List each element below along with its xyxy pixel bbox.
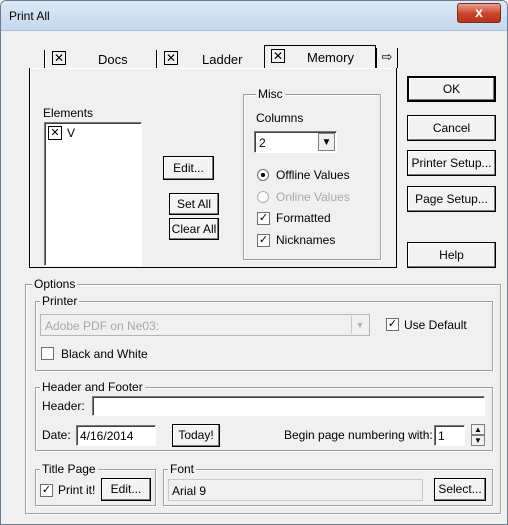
offline-values-radio[interactable] [257, 169, 269, 181]
header-label: Header: [42, 399, 85, 413]
date-input[interactable]: 4/16/2014 [76, 425, 156, 446]
cancel-button[interactable]: Cancel [407, 115, 496, 141]
tab-page-memory: Elements ✕ V Edit... Set All Clear All M… [29, 68, 397, 268]
header-footer-label: Header and Footer [40, 380, 145, 394]
tab-label: Docs [98, 52, 128, 67]
title-page-group: Title Page ✓ Print it! Edit... [35, 462, 156, 506]
print-all-dialog: Print All x ✕ Docs ✕ Ladder ✕ Memory ⇨ E… [0, 0, 508, 525]
spin-down-icon[interactable]: ▼ [471, 435, 485, 446]
checkbox-checked-icon[interactable]: ✕ [164, 51, 178, 65]
columns-label: Columns [256, 111, 304, 125]
set-all-button[interactable]: Set All [169, 193, 219, 215]
title-bar[interactable]: Print All x [1, 1, 507, 31]
printer-setup-button[interactable]: Printer Setup... [407, 150, 496, 176]
arrow-right-icon[interactable]: ⇨ [376, 48, 398, 68]
print-it-checkbox[interactable]: ✓ [40, 484, 53, 497]
list-item[interactable]: V [67, 126, 75, 140]
options-group: Options Printer Adobe PDF on Ne03: ▼ ✓ U… [25, 277, 501, 514]
date-value: 4/16/2014 [80, 429, 134, 443]
printer-dropdown[interactable]: Adobe PDF on Ne03: ▼ [40, 314, 370, 336]
printer-label: Printer [40, 294, 80, 308]
ok-button[interactable]: OK [407, 76, 496, 102]
close-button[interactable]: x [457, 3, 501, 23]
checkbox-checked-icon[interactable]: ✕ [48, 126, 62, 140]
window-title: Print All [9, 9, 50, 23]
date-label: Date: [42, 428, 71, 442]
today-button[interactable]: Today! [172, 424, 220, 447]
elements-list[interactable]: ✕ V [44, 122, 142, 266]
tab-ladder[interactable]: ✕ Ladder [156, 48, 266, 70]
formatted-checkbox[interactable]: ✓ [257, 212, 270, 225]
nicknames-label[interactable]: Nicknames [276, 233, 335, 247]
font-value: Arial 9 [172, 484, 207, 498]
checkbox-checked-icon[interactable]: ✕ [271, 49, 285, 63]
nicknames-checkbox[interactable]: ✓ [257, 234, 270, 247]
header-input[interactable] [92, 396, 485, 416]
online-values-radio[interactable] [257, 191, 269, 203]
formatted-label[interactable]: Formatted [276, 211, 331, 225]
checkbox-checked-icon[interactable]: ✕ [52, 51, 66, 65]
spin-up-icon[interactable]: ▲ [471, 424, 485, 435]
print-it-label[interactable]: Print it! [58, 483, 95, 497]
chevron-down-icon[interactable]: ▼ [351, 316, 368, 334]
dialog-client: ✕ Docs ✕ Ladder ✕ Memory ⇨ Elements ✕ V … [4, 32, 504, 520]
columns-dropdown[interactable]: 2 ▼ [254, 131, 337, 153]
columns-value: 2 [259, 136, 266, 150]
tab-memory[interactable]: ✕ Memory [264, 45, 376, 69]
use-default-label[interactable]: Use Default [404, 318, 467, 332]
tab-docs[interactable]: ✕ Docs [44, 48, 132, 70]
page-setup-button[interactable]: Page Setup... [407, 186, 496, 212]
offline-values-label[interactable]: Offline Values [276, 168, 350, 182]
title-page-label: Title Page [40, 462, 98, 476]
clear-all-button[interactable]: Clear All [169, 218, 219, 240]
help-button[interactable]: Help [407, 242, 496, 268]
black-white-label[interactable]: Black and White [61, 347, 148, 361]
close-icon: x [475, 4, 483, 20]
online-values-label[interactable]: Online Values [276, 190, 350, 204]
use-default-checkbox[interactable]: ✓ [386, 318, 399, 331]
options-label: Options [32, 277, 78, 291]
misc-group: Misc Columns 2 ▼ Offline Values Online V… [243, 87, 381, 260]
edit-elements-button[interactable]: Edit... [163, 156, 214, 180]
font-label: Font [168, 462, 197, 476]
font-group: Font Arial 9 Select... [163, 462, 493, 506]
misc-label: Misc [256, 87, 285, 101]
font-display: Arial 9 [168, 479, 423, 501]
chevron-down-icon[interactable]: ▼ [318, 133, 335, 151]
printer-value: Adobe PDF on Ne03: [45, 319, 160, 333]
begin-numbering-input[interactable]: 1 [434, 425, 465, 446]
tab-label: Ladder [202, 52, 243, 67]
printer-group: Printer Adobe PDF on Ne03: ▼ ✓ Use Defau… [35, 294, 493, 371]
begin-numbering-label: Begin page numbering with: [284, 428, 433, 442]
elements-label: Elements [43, 106, 94, 120]
font-select-button[interactable]: Select... [434, 478, 486, 501]
header-footer-group: Header and Footer Header: Date: 4/16/201… [35, 380, 493, 451]
black-white-checkbox[interactable] [41, 347, 54, 360]
begin-numbering-value: 1 [438, 429, 445, 443]
tab-label: Memory [307, 50, 354, 65]
title-page-edit-button[interactable]: Edit... [101, 478, 151, 501]
